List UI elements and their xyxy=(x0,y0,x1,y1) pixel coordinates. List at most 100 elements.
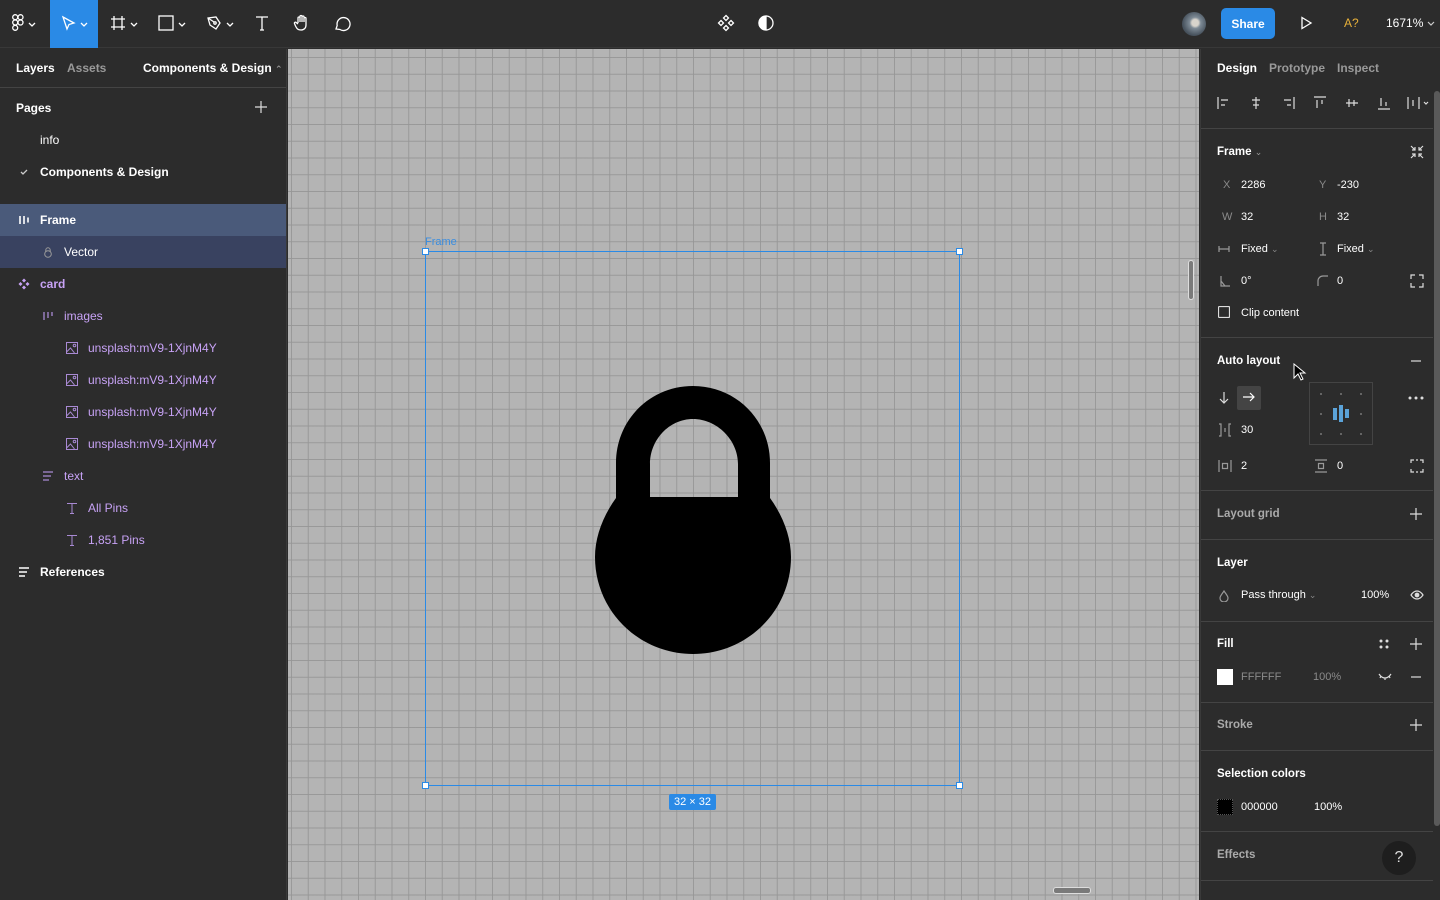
pen-tool-button[interactable] xyxy=(200,0,240,48)
user-avatar[interactable] xyxy=(1182,12,1206,36)
divider xyxy=(1201,702,1433,703)
layer-opacity-input[interactable]: 100% xyxy=(1361,589,1389,601)
present-button[interactable] xyxy=(1292,0,1320,48)
fill-visibility-toggle[interactable] xyxy=(1378,671,1392,684)
selection-color-opacity[interactable]: 100% xyxy=(1314,801,1342,813)
align-center-v-button[interactable] xyxy=(1345,96,1359,113)
horizontal-scrollbar[interactable] xyxy=(1053,887,1091,894)
fill-opacity-input[interactable]: 100% xyxy=(1313,671,1341,683)
main-menu-button[interactable] xyxy=(0,0,48,48)
text-tool-button[interactable] xyxy=(248,0,276,48)
vertical-padding-input[interactable]: 0 xyxy=(1337,460,1343,472)
visibility-toggle[interactable] xyxy=(1410,589,1424,604)
styles-grid-icon xyxy=(1378,639,1390,653)
panel-scrollbar[interactable] xyxy=(1434,91,1440,826)
align-right-button[interactable] xyxy=(1281,96,1295,113)
layer-row-image[interactable]: unsplash:mV9-1XjnM4Y xyxy=(0,364,286,396)
frame-tool-button[interactable] xyxy=(104,0,144,48)
item-spacing-input[interactable]: 30 xyxy=(1241,424,1253,436)
horizontal-padding-input[interactable]: 2 xyxy=(1241,460,1247,472)
page-switcher[interactable]: Components & Design ⌃ xyxy=(143,61,283,75)
layer-row-frame[interactable]: Frame xyxy=(0,204,286,236)
comment-tool-button[interactable] xyxy=(328,0,356,48)
contrast-button[interactable] xyxy=(752,0,780,48)
tab-prototype[interactable]: Prototype xyxy=(1269,61,1325,75)
rotation-input[interactable]: 0° xyxy=(1241,275,1252,287)
resize-handle-bottom-right[interactable] xyxy=(956,782,963,789)
layer-row-all-pins[interactable]: All Pins xyxy=(0,492,286,524)
tab-layers[interactable]: Layers xyxy=(16,61,55,75)
layer-row-vector[interactable]: Vector xyxy=(0,236,286,268)
vertical-scrollbar[interactable] xyxy=(1188,260,1194,300)
layer-row-image[interactable]: unsplash:mV9-1XjnM4Y xyxy=(0,396,286,428)
remove-auto-layout-button[interactable] xyxy=(1409,354,1423,371)
move-tool-button[interactable] xyxy=(50,0,98,48)
page-item-components-design[interactable]: Components & Design xyxy=(0,156,286,188)
lock-vector[interactable] xyxy=(595,386,791,654)
add-stroke-button[interactable] xyxy=(1409,718,1423,735)
resize-handle-bottom-left[interactable] xyxy=(422,782,429,789)
resize-handle-top-left[interactable] xyxy=(422,248,429,255)
shape-tool-button[interactable] xyxy=(152,0,192,48)
auto-layout-more-button[interactable] xyxy=(1408,391,1424,408)
height-input[interactable]: 32 xyxy=(1337,211,1349,223)
tab-inspect[interactable]: Inspect xyxy=(1337,61,1379,75)
frame-section-title[interactable]: Frame ⌄ xyxy=(1217,146,1262,158)
add-page-button[interactable] xyxy=(254,100,268,117)
horizontal-resizing-dropdown[interactable]: Fixed ⌄ xyxy=(1241,243,1279,255)
selection-color-swatch[interactable] xyxy=(1217,799,1233,815)
layer-row-images[interactable]: images xyxy=(0,300,286,332)
blend-mode-dropdown[interactable]: Pass through ⌄ xyxy=(1241,589,1316,601)
align-center-v-icon xyxy=(1345,99,1359,113)
fill-color-swatch[interactable] xyxy=(1217,669,1233,685)
x-input[interactable]: 2286 xyxy=(1241,179,1265,191)
y-input[interactable]: -230 xyxy=(1337,179,1359,191)
selection-color-hex[interactable]: 000000 xyxy=(1241,801,1278,813)
align-center-h-button[interactable] xyxy=(1249,96,1263,113)
canvas[interactable]: Frame 32 × 32 xyxy=(288,49,1199,900)
align-top-button[interactable] xyxy=(1313,96,1327,113)
remove-fill-button[interactable] xyxy=(1409,670,1423,687)
missing-fonts-indicator[interactable]: A? xyxy=(1344,16,1359,30)
page-item-info[interactable]: info xyxy=(0,124,286,156)
chevron-down-icon: ⌄ xyxy=(1254,147,1263,157)
frame-selection[interactable] xyxy=(422,248,963,789)
fill-styles-button[interactable] xyxy=(1378,638,1390,653)
layer-row-text[interactable]: text xyxy=(0,460,286,492)
layer-row-image[interactable]: unsplash:mV9-1XjnM4Y xyxy=(0,428,286,460)
vertical-resizing-dropdown[interactable]: Fixed ⌄ xyxy=(1337,243,1375,255)
corner-radius-input[interactable]: 0 xyxy=(1337,275,1343,287)
width-input[interactable]: 32 xyxy=(1241,211,1253,223)
layer-row-card[interactable]: card xyxy=(0,268,286,300)
left-panel-tabs: Layers Assets Components & Design ⌃ xyxy=(0,49,286,88)
resize-to-fit-button[interactable] xyxy=(1410,145,1424,162)
x-label: X xyxy=(1223,179,1231,191)
layer-label: unsplash:mV9-1XjnM4Y xyxy=(88,341,217,355)
help-button[interactable]: ? xyxy=(1382,841,1416,875)
zoom-dropdown[interactable]: 1671% xyxy=(1386,16,1435,30)
share-button[interactable]: Share xyxy=(1221,8,1275,39)
fill-hex-input[interactable]: FFFFFF xyxy=(1241,671,1281,683)
components-button[interactable] xyxy=(712,0,740,48)
add-layout-grid-button[interactable] xyxy=(1409,507,1423,524)
direction-vertical-button[interactable] xyxy=(1218,391,1230,408)
add-fill-button[interactable] xyxy=(1409,637,1423,654)
independent-corners-button[interactable] xyxy=(1410,274,1424,291)
alignment-grid[interactable] xyxy=(1309,382,1373,445)
divider xyxy=(1201,880,1433,881)
direction-horizontal-button[interactable] xyxy=(1237,386,1261,410)
frame-name-label[interactable]: Frame xyxy=(425,236,457,248)
hand-tool-button[interactable] xyxy=(288,0,316,48)
vertical-resize-icon xyxy=(1317,242,1329,259)
individual-padding-button[interactable] xyxy=(1410,459,1424,476)
layer-row-references[interactable]: References xyxy=(0,556,286,588)
tab-assets[interactable]: Assets xyxy=(67,61,106,75)
clip-content-checkbox[interactable] xyxy=(1217,305,1231,321)
layer-row-pins-count[interactable]: 1,851 Pins xyxy=(0,524,286,556)
align-left-button[interactable] xyxy=(1217,96,1231,113)
distribute-button[interactable] xyxy=(1407,96,1431,113)
layer-row-image[interactable]: unsplash:mV9-1XjnM4Y xyxy=(0,332,286,364)
align-bottom-button[interactable] xyxy=(1377,96,1391,113)
tab-design[interactable]: Design xyxy=(1217,61,1257,75)
resize-handle-top-right[interactable] xyxy=(956,248,963,255)
